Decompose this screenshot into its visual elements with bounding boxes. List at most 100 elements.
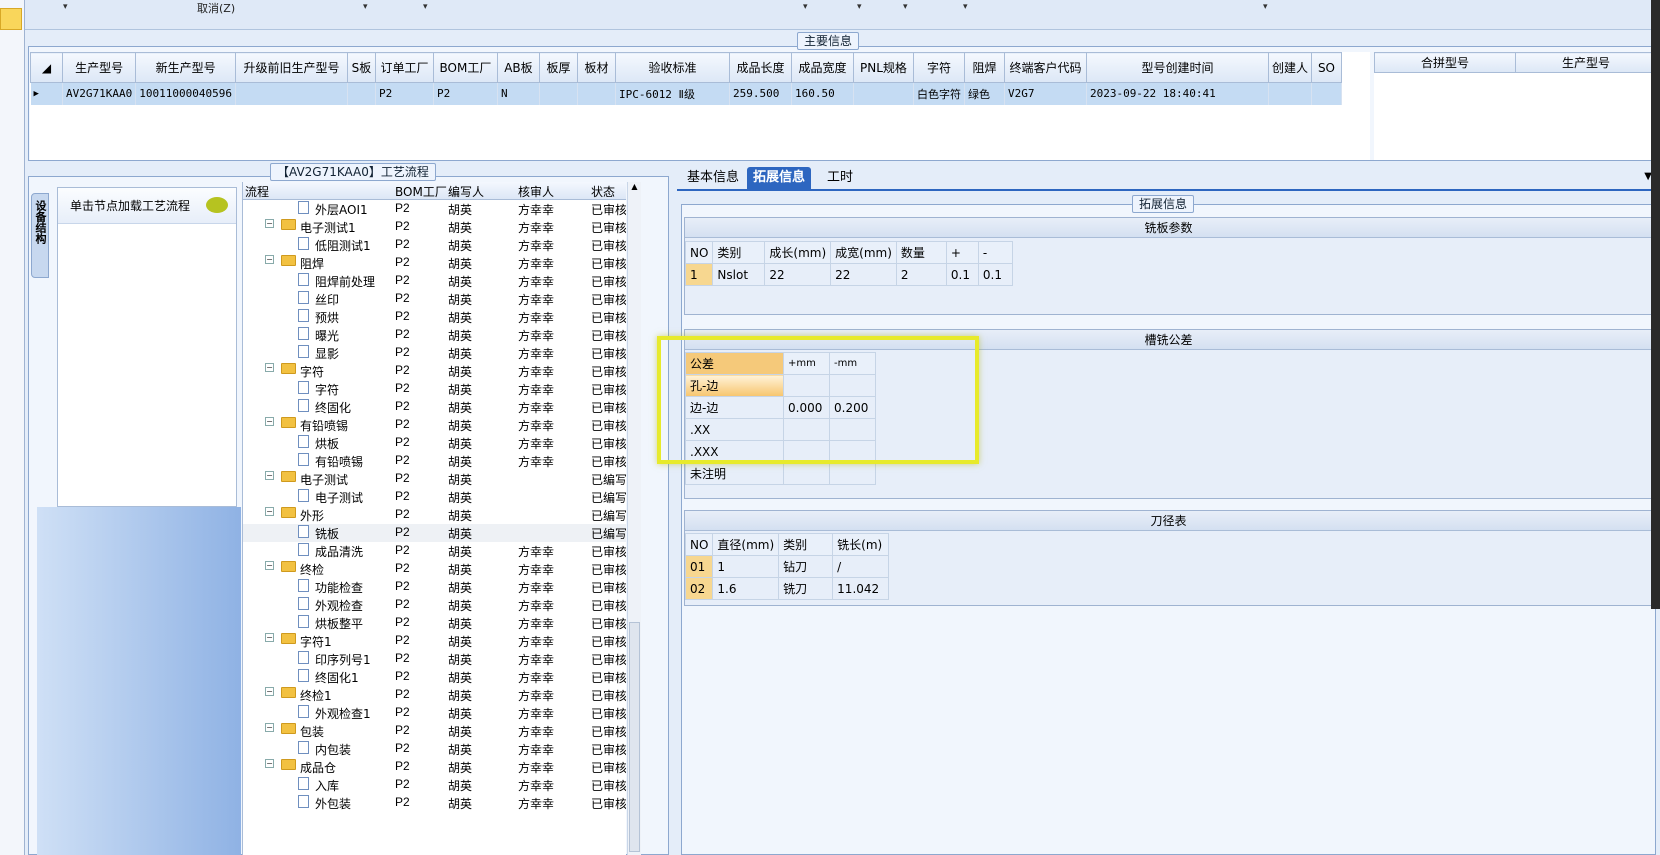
dropdown-icon[interactable]: ▾ <box>963 2 968 12</box>
tree-row[interactable]: − 阻焊 P2 胡英 方幸幸 已审核 <box>243 254 626 272</box>
table-cell[interactable]: 钻刀 <box>778 555 834 578</box>
grid-cell[interactable]: V2G7 <box>1004 82 1087 105</box>
grid-cell[interactable]: 2023-09-22 18:40:41 <box>1086 82 1269 105</box>
column-header[interactable]: 阻焊 <box>963 52 1005 83</box>
tree-row[interactable]: − 字符1 P2 胡英 方幸幸 已审核 <box>243 632 626 650</box>
grid-cell[interactable]: 白色字符 <box>913 82 965 105</box>
column-header[interactable]: PNL规格 <box>852 52 914 83</box>
cancel-button[interactable]: 取消(Z) <box>197 0 235 16</box>
tree-row[interactable]: 铣板 P2 胡英 已编写 <box>243 524 626 542</box>
table-row[interactable]: 01 1 钻刀 / <box>684 555 890 578</box>
dropdown-icon[interactable]: ▾ <box>1263 2 1268 12</box>
grid-cell[interactable] <box>539 82 578 105</box>
tree-row[interactable]: 字符 P2 胡英 方幸幸 已审核 <box>243 380 626 398</box>
tree-row[interactable]: 入库 P2 胡英 方幸幸 已审核 <box>243 776 626 794</box>
table-cell[interactable]: 1 <box>684 263 714 286</box>
tree-row[interactable]: 曝光 P2 胡英 方幸幸 已审核 <box>243 326 626 344</box>
table-cell[interactable]: 02 <box>684 577 714 600</box>
collapse-icon[interactable]: − <box>265 507 274 516</box>
dropdown-icon[interactable]: ▾ <box>903 2 908 12</box>
collapse-icon[interactable]: − <box>265 219 274 228</box>
tree-column-header[interactable]: BOM工厂 <box>395 183 447 200</box>
table-cell[interactable]: 铣刀 <box>778 577 834 600</box>
grid-cell[interactable]: 10011000040596 <box>135 82 236 105</box>
table-cell[interactable]: 0.1 <box>945 263 979 286</box>
tree-row[interactable]: − 包装 P2 胡英 方幸幸 已审核 <box>243 722 626 740</box>
tree-row[interactable]: 外观检查1 P2 胡英 方幸幸 已审核 <box>243 704 626 722</box>
column-header[interactable]: 升级前旧生产型号 <box>234 52 348 83</box>
column-header[interactable]: SO <box>1310 52 1342 83</box>
table-cell[interactable]: / <box>832 555 890 578</box>
column-header[interactable]: 成品宽度 <box>790 52 854 83</box>
grid-cell[interactable]: P2 <box>375 82 434 105</box>
table-cell[interactable]: 01 <box>684 555 714 578</box>
tree-row[interactable]: − 电子测试1 P2 胡英 方幸幸 已审核 <box>243 218 626 236</box>
column-header[interactable]: 创建人 <box>1267 52 1312 83</box>
grid-cell[interactable]: P2 <box>433 82 498 105</box>
column-header[interactable]: 订单工厂 <box>374 52 434 83</box>
table-cell[interactable]: 0.1 <box>977 263 1013 286</box>
dropdown-icon[interactable]: ▾ <box>423 2 428 12</box>
tree-column-header[interactable]: 状态 <box>591 183 615 200</box>
collapse-icon[interactable]: − <box>265 255 274 264</box>
column-header[interactable]: 成品长度 <box>728 52 792 83</box>
grid-cell[interactable]: IPC-6012 Ⅱ级 <box>615 82 730 105</box>
tree-row[interactable]: − 成品仓 P2 胡英 方幸幸 已审核 <box>243 758 626 776</box>
tree-row[interactable]: 电子测试 P2 胡英 已编写 <box>243 488 626 506</box>
tree-row[interactable]: 成品清洗 P2 胡英 方幸幸 已审核 <box>243 542 626 560</box>
collapse-icon[interactable]: − <box>265 633 274 642</box>
tree-row[interactable]: 丝印 P2 胡英 方幸幸 已审核 <box>243 290 626 308</box>
table-cell[interactable]: 11.042 <box>832 577 890 600</box>
tree-row[interactable]: 终固化1 P2 胡英 方幸幸 已审核 <box>243 668 626 686</box>
dropdown-icon[interactable]: ▾ <box>803 2 808 12</box>
grid-cell[interactable]: 绿色 <box>964 82 1005 105</box>
tree-row[interactable]: − 电子测试 P2 胡英 已编写 <box>243 470 626 488</box>
tab-basic-info[interactable]: 基本信息 <box>681 167 745 189</box>
column-header[interactable]: S板 <box>346 52 376 83</box>
grid-cell[interactable] <box>1268 82 1312 105</box>
collapse-icon[interactable]: − <box>265 417 274 426</box>
side-tab-equipment[interactable]: 设备结构 <box>31 193 49 278</box>
collapse-icon[interactable]: − <box>265 471 274 480</box>
table-cell[interactable]: Nslot <box>712 263 766 286</box>
grid-cell[interactable] <box>347 82 376 105</box>
dropdown-icon[interactable]: ▾ <box>63 2 68 12</box>
scroll-up-icon[interactable]: ▲ <box>628 182 641 195</box>
tree-row[interactable]: 预烘 P2 胡英 方幸幸 已审核 <box>243 308 626 326</box>
collapse-icon[interactable]: − <box>265 561 274 570</box>
tree-row[interactable]: 外观检查 P2 胡英 方幸幸 已审核 <box>243 596 626 614</box>
column-header[interactable]: 字符 <box>912 52 965 83</box>
tree-row[interactable]: 印序列号1 P2 胡英 方幸幸 已审核 <box>243 650 626 668</box>
dropdown-icon[interactable]: ▾ <box>857 2 862 12</box>
tree-row[interactable]: − 外形 P2 胡英 已编写 <box>243 506 626 524</box>
grid-cell[interactable]: AV2G71KAA0 <box>62 82 137 105</box>
tree-row[interactable]: 有铅喷锡 P2 胡英 方幸幸 已审核 <box>243 452 626 470</box>
table-row[interactable]: 未注明 <box>685 462 876 485</box>
tree-column-header[interactable]: 核审人 <box>518 183 554 200</box>
dropdown-icon[interactable]: ▾ <box>363 2 368 12</box>
table-cell[interactable]: 22 <box>830 263 897 286</box>
tree-row[interactable]: 显影 P2 胡英 方幸幸 已审核 <box>243 344 626 362</box>
tree-row[interactable]: 功能检查 P2 胡英 方幸幸 已审核 <box>243 578 626 596</box>
tree-row[interactable]: 外层AOI1 P2 胡英 方幸幸 已审核 <box>243 200 626 218</box>
scroll-thumb[interactable] <box>629 622 640 852</box>
column-header[interactable]: BOM工厂 <box>432 52 498 83</box>
tree-row[interactable]: − 有铅喷锡 P2 胡英 方幸幸 已审核 <box>243 416 626 434</box>
column-header[interactable]: 板厚 <box>538 52 578 83</box>
grid-cell[interactable]: 160.50 <box>791 82 854 105</box>
column-header[interactable]: 验收标准 <box>614 52 730 83</box>
grid-cell[interactable]: 259.500 <box>729 82 792 105</box>
column-header[interactable]: 板材 <box>576 52 616 83</box>
collapse-icon[interactable]: − <box>265 363 274 372</box>
tree-row[interactable]: − 字符 P2 胡英 方幸幸 已审核 <box>243 362 626 380</box>
table-cell[interactable]: 1.6 <box>712 577 780 600</box>
table-cell[interactable]: 未注明 <box>685 462 784 485</box>
tree-column-header[interactable]: 流程 <box>245 183 269 200</box>
column-header[interactable]: 合拼型号 <box>1374 52 1516 73</box>
tab-extended-info[interactable]: 拓展信息 <box>747 167 812 189</box>
tree-column-header[interactable]: 编写人 <box>448 183 484 200</box>
column-header[interactable]: 型号创建时间 <box>1085 52 1269 83</box>
column-header[interactable]: 生产型号 <box>1515 52 1657 73</box>
tree-row[interactable]: 烘板整平 P2 胡英 方幸幸 已审核 <box>243 614 626 632</box>
column-header[interactable]: 终端客户代码 <box>1003 52 1087 83</box>
